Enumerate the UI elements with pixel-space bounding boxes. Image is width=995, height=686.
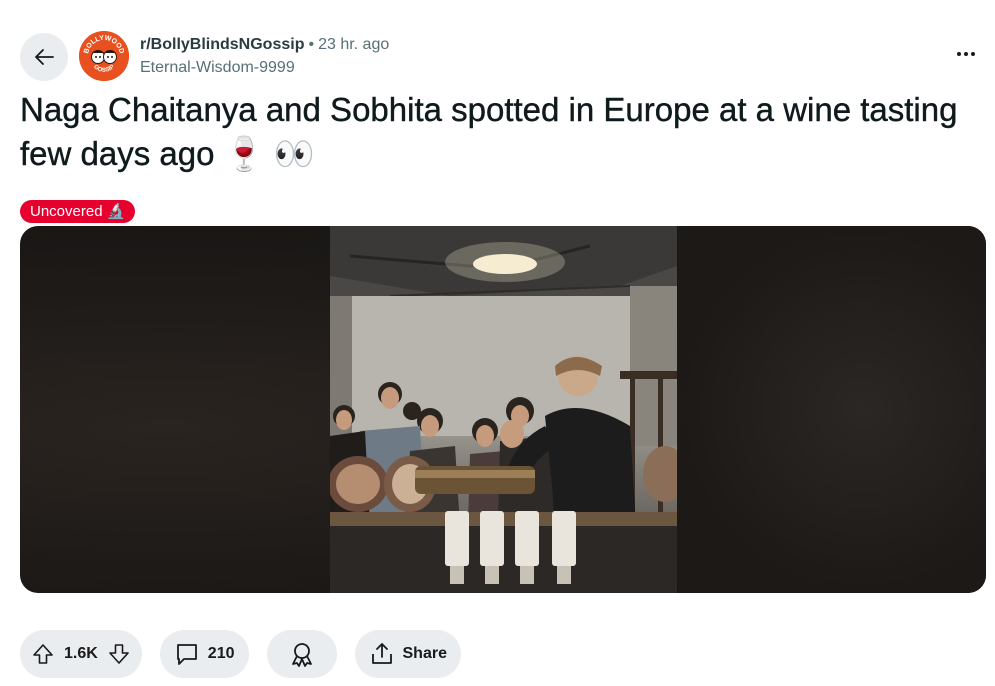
share-icon <box>371 643 392 664</box>
comments-button[interactable]: 210 <box>159 630 249 678</box>
upvote-icon[interactable] <box>32 643 54 665</box>
share-label: Share <box>402 645 447 662</box>
subreddit-avatar[interactable]: BOLLYWOOD GOSSIP <box>79 31 129 81</box>
more-options-icon[interactable] <box>951 44 981 64</box>
comment-count: 210 <box>207 645 235 662</box>
vote-control: 1.6K <box>20 630 142 678</box>
subreddit-link[interactable]: r/BollyBlindsNGossip <box>140 36 304 53</box>
post-media[interactable] <box>20 226 986 593</box>
post-flair[interactable]: Uncovered 🔬 <box>20 200 136 223</box>
author-link[interactable]: Eternal-Wisdom-9999 <box>140 58 389 78</box>
back-arrow-icon <box>35 49 54 65</box>
comment-icon <box>176 644 197 665</box>
downvote-icon[interactable] <box>108 643 130 665</box>
media-blur-background <box>678 226 986 593</box>
award-icon <box>291 643 312 667</box>
share-button[interactable]: Share <box>354 630 461 678</box>
post-meta: r/BollyBlindsNGossip • 23 hr. ago Eternal-… <box>140 35 389 78</box>
vote-count: 1.6K <box>64 645 98 662</box>
post-action-bar: 1.6K 210 Share <box>20 630 461 678</box>
post-time: 23 hr. ago <box>318 36 390 53</box>
video-frame[interactable] <box>330 226 677 593</box>
video-scene-image <box>330 226 677 593</box>
post-title: Naga Chaitanya and Sobhita spotted in Eu… <box>20 91 958 172</box>
meta-separator: • <box>308 36 315 53</box>
award-button[interactable] <box>266 630 337 678</box>
back-button[interactable] <box>20 33 68 81</box>
